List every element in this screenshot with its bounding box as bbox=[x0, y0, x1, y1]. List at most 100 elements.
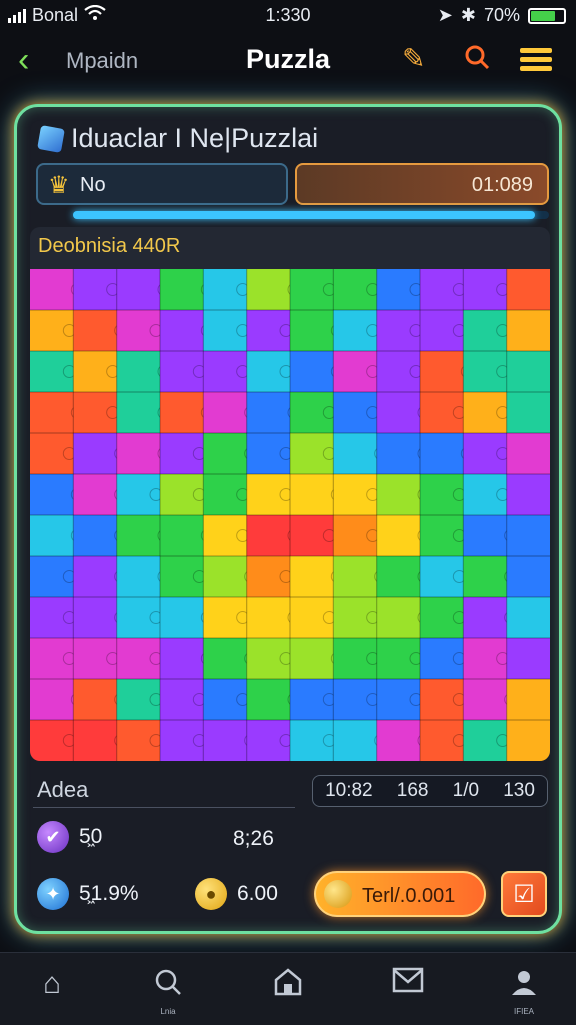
puzzle-piece[interactable] bbox=[160, 638, 204, 680]
puzzle-piece[interactable] bbox=[160, 597, 204, 639]
puzzle-piece[interactable] bbox=[73, 474, 118, 516]
puzzle-piece[interactable] bbox=[73, 679, 118, 721]
panel-title-text: Iduaclar I Ne|Puzzlai bbox=[71, 123, 319, 153]
puzzle-piece[interactable] bbox=[116, 351, 161, 393]
puzzle-piece[interactable] bbox=[290, 310, 334, 352]
battery-percent: 70% bbox=[483, 5, 520, 25]
progress-fill bbox=[73, 211, 535, 219]
profile-icon bbox=[494, 967, 554, 1005]
puzzle-piece[interactable] bbox=[160, 310, 204, 352]
checklist-button[interactable]: ☑ bbox=[501, 871, 547, 917]
hint-purchase-button[interactable]: Terl/.0.001 bbox=[314, 871, 486, 917]
puzzle-piece[interactable] bbox=[506, 392, 550, 434]
nav-store[interactable] bbox=[258, 967, 318, 1005]
puzzle-piece[interactable] bbox=[463, 597, 508, 639]
puzzle-piece[interactable] bbox=[290, 351, 334, 393]
score-value: 5͖0 bbox=[79, 825, 103, 848]
nav-search[interactable]: Lnia bbox=[138, 967, 198, 1016]
puzzle-piece[interactable] bbox=[30, 392, 74, 434]
puzzle-piece[interactable] bbox=[506, 269, 550, 311]
puzzle-piece[interactable] bbox=[333, 720, 378, 761]
puzzle-piece[interactable] bbox=[30, 679, 74, 721]
bottom-nav: ⌂ Lnia IFIEA bbox=[0, 952, 576, 1025]
puzzle-piece[interactable] bbox=[506, 638, 550, 680]
puzzle-piece[interactable] bbox=[506, 679, 550, 721]
puzzle-piece[interactable] bbox=[30, 474, 74, 516]
stat-value: 168 bbox=[396, 780, 429, 801]
puzzle-piece[interactable] bbox=[160, 392, 204, 434]
puzzle-piece[interactable] bbox=[30, 515, 74, 557]
puzzle-piece[interactable] bbox=[290, 556, 334, 598]
cube-icon bbox=[37, 124, 65, 153]
puzzle-piece[interactable] bbox=[420, 351, 464, 393]
puzzle-piece[interactable] bbox=[246, 597, 291, 639]
puzzle-piece[interactable] bbox=[506, 433, 550, 475]
percent-value: 5͖1.9% bbox=[79, 882, 139, 905]
nav-profile[interactable]: IFIEA bbox=[494, 967, 554, 1016]
hint-pencil-icon[interactable]: ✎ bbox=[402, 42, 425, 76]
puzzle-piece[interactable] bbox=[506, 556, 550, 598]
search-icon[interactable] bbox=[462, 42, 492, 80]
puzzle-piece[interactable] bbox=[73, 515, 118, 557]
mail-icon bbox=[378, 967, 438, 1001]
puzzle-piece[interactable] bbox=[116, 556, 161, 598]
puzzle-piece[interactable] bbox=[203, 556, 248, 598]
puzzle-piece[interactable] bbox=[73, 556, 118, 598]
puzzle-piece[interactable] bbox=[463, 679, 508, 721]
timer-value: 01:089 bbox=[471, 174, 533, 196]
puzzle-piece[interactable] bbox=[333, 433, 378, 475]
puzzle-piece[interactable] bbox=[376, 433, 421, 475]
puzzle-piece[interactable] bbox=[246, 392, 291, 434]
puzzle-piece[interactable] bbox=[116, 392, 161, 434]
timer-box: 01:089 bbox=[295, 163, 549, 205]
puzzle-piece[interactable] bbox=[30, 269, 74, 311]
puzzle-panel: Iduaclar I Ne|Puzzlai ♛ No 01:089 Deobni… bbox=[14, 104, 562, 934]
puzzle-piece[interactable] bbox=[376, 392, 421, 434]
nav-home[interactable]: ⌂ bbox=[22, 967, 82, 1001]
puzzle-piece[interactable] bbox=[506, 310, 550, 352]
puzzle-piece[interactable] bbox=[203, 638, 248, 680]
puzzle-piece[interactable] bbox=[246, 515, 291, 557]
puzzle-piece[interactable] bbox=[73, 310, 118, 352]
status-right: ➤ ✱ 70% bbox=[438, 5, 566, 26]
puzzle-piece[interactable] bbox=[246, 269, 291, 311]
jigsaw-puzzle-grid[interactable] bbox=[30, 269, 550, 761]
puzzle-piece[interactable] bbox=[116, 515, 161, 557]
puzzle-piece[interactable] bbox=[333, 556, 378, 598]
puzzle-piece[interactable] bbox=[290, 638, 334, 680]
player-name: No bbox=[80, 174, 106, 196]
puzzle-piece[interactable] bbox=[160, 269, 204, 311]
puzzle-piece[interactable] bbox=[506, 720, 550, 761]
puzzle-piece[interactable] bbox=[463, 515, 508, 557]
puzzle-piece[interactable] bbox=[506, 515, 550, 557]
puzzle-piece[interactable] bbox=[376, 515, 421, 557]
puzzle-piece[interactable] bbox=[203, 392, 248, 434]
puzzle-piece[interactable] bbox=[506, 351, 550, 393]
puzzle-piece[interactable] bbox=[160, 515, 204, 557]
puzzle-piece[interactable] bbox=[203, 433, 248, 475]
puzzle-piece[interactable] bbox=[506, 597, 550, 639]
puzzle-piece[interactable] bbox=[73, 720, 118, 761]
puzzle-piece[interactable] bbox=[203, 720, 248, 761]
check-badge-icon: ✔ bbox=[37, 821, 69, 853]
puzzle-piece[interactable] bbox=[376, 720, 421, 761]
area-label: Adea bbox=[37, 777, 89, 802]
puzzle-piece[interactable] bbox=[506, 474, 550, 516]
puzzle-piece[interactable] bbox=[116, 269, 161, 311]
menu-icon[interactable] bbox=[516, 42, 556, 84]
puzzle-piece[interactable] bbox=[246, 679, 291, 721]
progress-bar bbox=[73, 211, 549, 219]
puzzle-piece[interactable] bbox=[290, 474, 334, 516]
puzzle-piece[interactable] bbox=[376, 597, 421, 639]
puzzle-piece[interactable] bbox=[463, 556, 508, 598]
coin-value: 6.00 bbox=[237, 882, 278, 905]
puzzle-piece[interactable] bbox=[116, 433, 161, 475]
puzzle-piece[interactable] bbox=[420, 433, 464, 475]
nav-mail[interactable] bbox=[378, 967, 438, 1001]
puzzle-piece[interactable] bbox=[73, 597, 118, 639]
puzzle-piece[interactable] bbox=[376, 556, 421, 598]
app-bar: ‹ Mpaidn Puzzla ✎ bbox=[0, 30, 576, 92]
score-secondary-value: 8;26 bbox=[233, 827, 274, 850]
puzzle-piece[interactable] bbox=[376, 474, 421, 516]
puzzle-piece[interactable] bbox=[73, 433, 118, 475]
